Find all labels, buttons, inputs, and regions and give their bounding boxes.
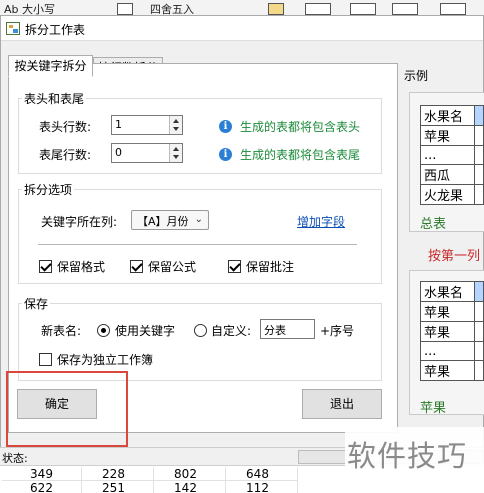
tab-split-by-keyword[interactable]: 按关键字拆分 [8,55,93,77]
example-table-top: 水果名 苹果 ... 西瓜 火龙果 [419,105,484,205]
table-icon-3 [440,3,466,15]
table-cell [474,184,484,205]
grid-cell[interactable]: 349 [2,467,82,481]
keep-formula-label: 保留公式 [148,260,197,274]
grid-cell[interactable]: 112 [218,481,298,493]
clipboard-icon [268,3,284,15]
grid-cell[interactable]: 622 [2,481,82,493]
header-rows-label: 表头行数: [39,120,92,134]
split-options-title: 拆分选项 [22,181,75,198]
footer-rows-stepper[interactable]: 0 [111,143,183,163]
app-icon [6,22,20,35]
grid-cell[interactable]: 228 [74,467,154,481]
info-icon: i [219,120,232,133]
grid-cell[interactable]: 251 [74,481,154,493]
header-footer-title: 表头和表尾 [22,90,87,107]
table-cell: 苹果 [419,321,476,342]
table-cell: 苹果 [419,125,476,146]
table-cell: 西瓜 [419,164,476,185]
annotation-highlight [6,371,128,447]
table-icon [305,3,331,15]
example-preview-top: 水果名 苹果 ... 西瓜 火龙果 总表 [409,92,484,232]
save-title: 保存 [22,295,51,312]
dialog-title: 拆分工作表 [25,23,86,37]
key-column-value: 【A】月份 [137,215,189,228]
table-cell [474,145,484,165]
save-as-workbook-label: 保存为独立工作簿 [57,353,154,367]
table-cell [474,281,484,302]
footer-rows-value: 0 [115,146,122,159]
custom-name-value: 分表 [264,324,286,337]
example-note: 按第一列 [428,249,481,264]
example-preview-bottom: 水果名 苹果 苹果 ... 苹果 苹果 [409,270,484,416]
custom-name-radio[interactable] [194,324,207,337]
table-cell: 水果名 [419,105,476,126]
new-name-label: 新表名: [41,324,82,338]
divider [38,244,357,245]
add-field-link[interactable]: 增加字段 [297,213,345,230]
table-cell: 苹果 [419,360,476,381]
keep-format-checkbox[interactable] [39,260,52,273]
custom-name-label: 自定义: [211,324,252,338]
footer-hint: 生成的表都将包含表尾 [240,148,361,162]
status-label: 状态: [2,452,28,465]
key-column-label: 关键字所在列: [41,215,118,229]
info-icon: i [219,148,232,161]
document-icon [117,3,133,15]
table-cell: 苹果 [419,301,476,322]
table-icon-2 [350,3,376,15]
chevron-down-icon[interactable] [173,127,179,131]
header-hint: 生成的表都将包含表头 [240,120,361,134]
example-title: 示例 [404,69,429,83]
sheet-tab-total: 总表 [420,217,447,232]
dialog-titlebar: 拆分工作表 [1,16,483,41]
use-keyword-label: 使用关键字 [115,324,176,338]
stepper-buttons[interactable] [169,144,182,162]
watermark: 软件技巧 [345,427,484,473]
save-group [18,303,382,381]
key-column-select[interactable]: 【A】月份 ⌄ [131,210,209,230]
stepper-buttons[interactable] [169,116,182,134]
table-cell: ... [419,341,476,361]
grid-cell[interactable]: 142 [146,481,226,493]
grid-cell[interactable]: 648 [218,467,298,481]
exit-button[interactable]: 退出 [302,389,382,419]
keep-formula-checkbox[interactable] [130,260,143,273]
table-cell: ... [419,145,476,165]
chevron-down-icon: ⌄ [194,214,203,225]
table-cell: 火龙果 [419,184,476,205]
table-cell [474,164,484,185]
table-cell [474,105,484,126]
chevron-up-icon[interactable] [173,147,179,151]
table-cell [474,360,484,381]
save-as-workbook-checkbox[interactable] [39,353,52,366]
chevron-up-icon[interactable] [173,119,179,123]
table-cell [474,321,484,342]
swap-icon [392,3,418,15]
custom-name-input[interactable]: 分表 [260,319,315,339]
table-cell [474,341,484,361]
example-table-bottom: 水果名 苹果 苹果 ... 苹果 [419,281,484,381]
keep-comment-checkbox[interactable] [228,260,241,273]
table-cell [474,301,484,322]
table-cell [474,125,484,146]
table-cell: 水果名 [419,281,476,302]
header-rows-value: 1 [115,118,122,131]
grid-cell[interactable]: 802 [146,467,226,481]
use-keyword-radio[interactable] [97,324,110,337]
keep-comment-label: 保留批注 [246,260,295,274]
sheet-tab-apple: 苹果 [420,401,447,416]
header-rows-stepper[interactable]: 1 [111,115,183,135]
chevron-down-icon[interactable] [173,155,179,159]
footer-rows-label: 表尾行数: [39,148,92,162]
serial-suffix-label: +序号 [320,324,355,338]
watermark-text: 软件技巧 [347,439,468,473]
keep-format-label: 保留格式 [57,260,106,274]
